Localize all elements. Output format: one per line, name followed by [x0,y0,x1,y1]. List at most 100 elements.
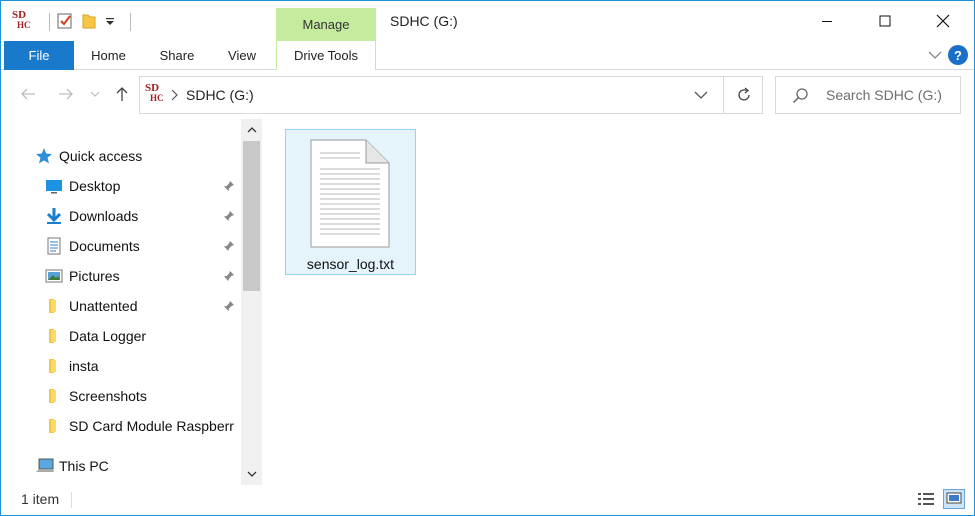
details-view-icon [918,493,934,505]
pin-icon[interactable] [223,209,235,225]
breadcrumb-separator-icon[interactable] [170,89,178,104]
scroll-down-button[interactable] [241,463,262,485]
chevron-down-icon [247,471,256,477]
drive-icon-text-bottom: HC [150,93,164,103]
item-count: 1 item [21,491,60,507]
tab-file[interactable]: File [4,41,74,70]
tab-view[interactable]: View [219,41,265,70]
nav-item-label: Desktop [69,178,121,194]
folder-icon [45,327,63,345]
nav-item-label: Downloads [69,208,139,224]
search-icon [792,87,810,108]
nav-item-documents[interactable]: Documents [1,231,241,261]
pictures-icon [45,267,63,285]
nav-item-label: Documents [69,238,140,254]
search-box[interactable]: Search SDHC (G:) [775,76,961,114]
explorer-window: SD HC Manage SDHC (G:) File Home Share V… [0,0,975,516]
search-placeholder: Search SDHC (G:) [826,87,942,103]
customize-dropdown-icon[interactable] [104,15,116,30]
nav-item-desktop[interactable]: Desktop [1,171,241,201]
title-bar: SD HC Manage SDHC (G:) [1,1,974,41]
back-arrow-icon [21,88,35,100]
pin-icon[interactable] [223,179,235,195]
file-item[interactable]: sensor_log.txt [285,129,416,275]
tab-share[interactable]: Share [151,41,203,70]
scroll-thumb[interactable] [243,141,260,291]
address-history-button[interactable] [694,89,708,103]
nav-item-unattented[interactable]: Unattented [1,291,241,321]
large-icons-view-icon [946,492,962,504]
tab-drive-tools[interactable]: Drive Tools [276,41,376,70]
tab-home[interactable]: Home [81,41,136,70]
details-view-button[interactable] [915,489,937,509]
nav-item-label: Data Logger [69,328,147,344]
desktop-icon [45,177,63,195]
close-icon [936,14,950,28]
window-title: SDHC (G:) [390,13,458,29]
minimize-button[interactable] [798,1,856,41]
folder-icon [45,417,63,435]
sd-card-drive-icon: SD HC [144,83,168,107]
up-button[interactable] [111,83,133,105]
qat-separator [130,13,131,31]
qat-separator [49,13,50,31]
nav-item-label: Pictures [69,268,120,284]
nav-item-label: Unattented [69,298,138,314]
nav-pane-scrollbar[interactable] [241,119,262,485]
star-icon [35,147,53,165]
quick-access-toolbar: SD HC [11,10,131,34]
folder-icon [45,297,63,315]
recent-locations-button[interactable] [87,83,103,105]
folder-icon [45,387,63,405]
large-icons-view-button[interactable] [943,489,965,509]
refresh-button[interactable] [723,76,763,114]
minimize-icon [822,21,832,22]
help-icon: ? [954,47,962,63]
nav-item-pictures[interactable]: Pictures [1,261,241,291]
nav-item-sd-card-module[interactable]: SD Card Module Raspberr [1,411,241,441]
nav-this-pc-label: This PC [59,458,109,474]
navigation-bar: SD HC SDHC (G:) Search SDHC (G:) [1,71,974,117]
back-button[interactable] [17,83,39,105]
nav-item-label: Screenshots [69,388,147,404]
refresh-icon [737,87,750,101]
file-name: sensor_log.txt [306,256,395,272]
nav-quick-access[interactable]: Quick access [1,141,241,171]
maximize-icon [879,15,891,27]
downloads-icon [45,207,63,225]
expand-ribbon-button[interactable] [928,49,942,63]
maximize-button[interactable] [856,1,914,41]
file-list-area[interactable]: sensor_log.txt [263,119,974,485]
chevron-up-icon [247,127,256,133]
nav-this-pc[interactable]: This PC [1,451,241,481]
new-folder-icon[interactable] [80,12,98,33]
documents-icon [45,237,63,255]
nav-item-insta[interactable]: insta [1,351,241,381]
nav-item-downloads[interactable]: Downloads [1,201,241,231]
this-pc-icon [35,457,54,475]
forward-arrow-icon [59,88,73,100]
folder-icon [45,357,63,375]
address-bar[interactable]: SD HC SDHC (G:) [139,76,763,114]
status-separator [71,492,72,508]
nav-item-data-logger[interactable]: Data Logger [1,321,241,351]
nav-quick-access-label: Quick access [59,148,143,164]
forward-button[interactable] [55,83,77,105]
chevron-down-icon [928,51,942,59]
pin-icon[interactable] [223,239,235,255]
nav-item-screenshots[interactable]: Screenshots [1,381,241,411]
pin-icon[interactable] [223,299,235,315]
ribbon-tabs: File Home Share View Drive Tools ? [1,41,974,70]
status-bar: 1 item [1,485,974,515]
chevron-down-icon [90,91,100,97]
close-button[interactable] [914,1,972,41]
help-button[interactable]: ? [948,45,968,65]
properties-icon[interactable] [56,12,74,33]
app-icon-text-bottom: HC [17,20,31,30]
sd-card-app-icon[interactable]: SD HC [11,10,35,34]
manage-context-header: Manage [276,8,376,41]
nav-item-label: insta [69,358,99,374]
pin-icon[interactable] [223,269,235,285]
breadcrumb-drive[interactable]: SDHC (G:) [186,87,254,103]
scroll-up-button[interactable] [241,119,262,141]
